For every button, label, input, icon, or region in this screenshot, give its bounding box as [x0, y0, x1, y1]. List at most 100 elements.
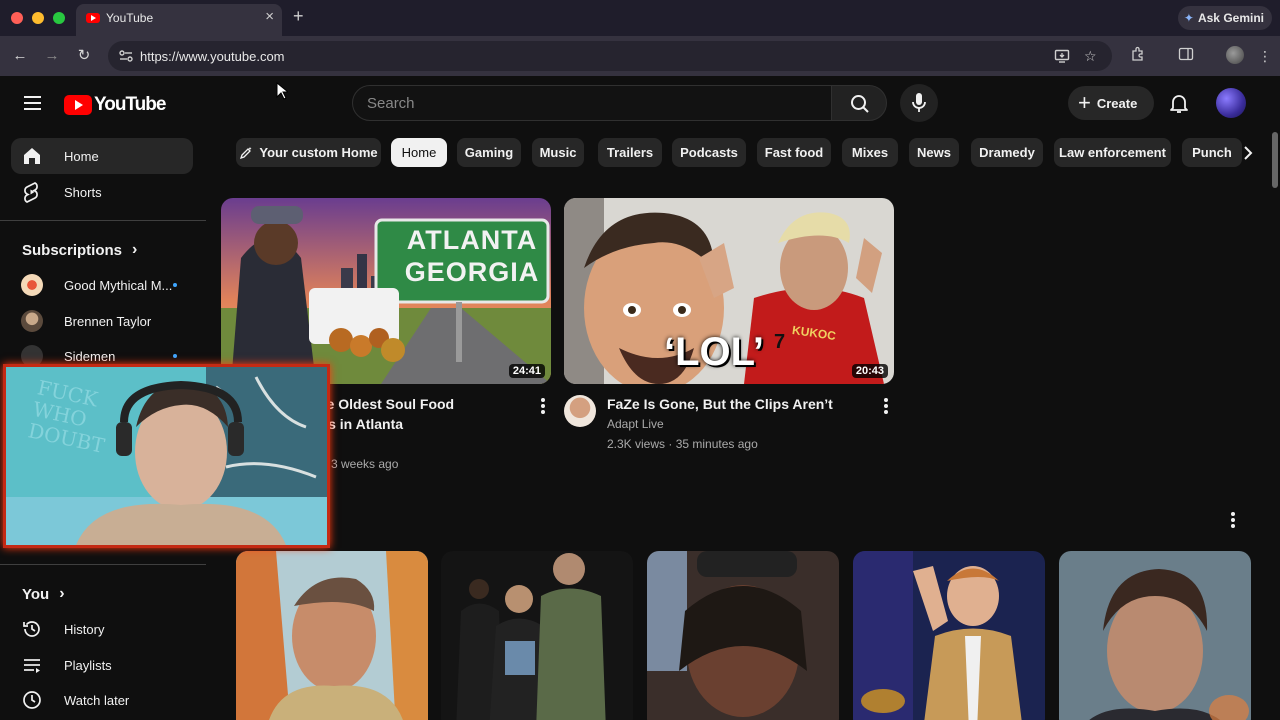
- sidebar-item-watch-later[interactable]: Watch later: [11, 682, 193, 718]
- ask-gemini-button[interactable]: ✦ Ask Gemini: [1177, 6, 1272, 30]
- history-icon: [21, 618, 43, 640]
- new-tab-button[interactable]: +: [293, 6, 304, 26]
- shorts-thumbnail[interactable]: [441, 551, 633, 720]
- browser-menu-icon[interactable]: ⋮: [1258, 46, 1272, 66]
- tab-close-button[interactable]: ×: [265, 9, 274, 25]
- browser-profile-avatar[interactable]: [1226, 46, 1244, 64]
- search-button[interactable]: [831, 85, 887, 121]
- notifications-bell-icon[interactable]: [1168, 92, 1190, 114]
- youtube-play-logo-icon: [64, 95, 92, 115]
- video-thumbnail[interactable]: ATLANTA GEORGIA 24:41: [221, 198, 551, 384]
- page-scrollbar[interactable]: [1272, 132, 1278, 188]
- watch-later-icon: [21, 689, 43, 711]
- install-app-icon[interactable]: [1054, 48, 1070, 67]
- new-content-dot: [173, 283, 177, 287]
- extensions-icon[interactable]: [1130, 46, 1146, 67]
- video-title[interactable]: FaZe Is Gone, But the Clips Aren’t: [607, 394, 833, 414]
- shorts-thumbnail-image: [853, 551, 1045, 720]
- address-bar[interactable]: https://www.youtube.com ☆: [108, 41, 1112, 71]
- side-panel-icon[interactable]: [1178, 46, 1194, 67]
- youtube-logo-text: YouTube: [94, 94, 166, 115]
- back-arrow-icon[interactable]: ←: [10, 46, 30, 66]
- thumbnail-sign-text: GEORGIA: [404, 257, 540, 287]
- chip-label: Mixes: [851, 145, 889, 160]
- chip-punch[interactable]: Punch: [1182, 138, 1242, 167]
- shorts-thumbnail[interactable]: [853, 551, 1045, 720]
- sidebar-item-history[interactable]: History: [11, 611, 193, 647]
- browser-tab-bar: YouTube × + ✦ Ask Gemini: [0, 0, 1280, 36]
- bookmark-star-icon[interactable]: ☆: [1084, 48, 1097, 64]
- sidebar-item-label: Shorts: [64, 184, 102, 200]
- ask-gemini-label: Ask Gemini: [1197, 11, 1264, 25]
- minimize-window-button[interactable]: [32, 12, 44, 24]
- you-heading[interactable]: You ›: [22, 585, 65, 603]
- chip-label: Law enforcement: [1059, 145, 1166, 160]
- sidebar-item-playlists[interactable]: Playlists: [11, 647, 193, 683]
- sidebar-item-label: Good Mythical M...: [64, 277, 173, 293]
- close-window-button[interactable]: [11, 12, 23, 24]
- video-thumbnail[interactable]: 7 ‘LOL’ KUKOC 20:43: [564, 198, 894, 384]
- reload-icon[interactable]: ↻: [74, 46, 94, 66]
- site-settings-icon[interactable]: [118, 48, 134, 64]
- channel-avatar: [21, 274, 43, 296]
- shorts-thumbnail[interactable]: [236, 551, 428, 720]
- channel-name[interactable]: Adapt Live: [607, 414, 664, 434]
- tab-title: YouTube: [106, 11, 154, 25]
- webcam-overlay: FUCK WHO DOUBT: [3, 364, 330, 548]
- video-options-icon[interactable]: [884, 398, 888, 416]
- sidebar-item-home[interactable]: Home: [11, 138, 193, 174]
- video-title-line: rts in Atlanta: [318, 416, 404, 432]
- microphone-icon: [912, 93, 926, 112]
- chip-home[interactable]: Home: [391, 138, 447, 167]
- chip-trailers[interactable]: Trailers: [598, 138, 662, 167]
- sidebar-item-label: Home: [64, 148, 99, 164]
- forward-arrow-icon[interactable]: →: [42, 46, 62, 66]
- chips-next-arrow[interactable]: [1236, 139, 1260, 167]
- browser-toolbar: ← → ↻ https://www.youtube.com ☆ ⋮: [0, 36, 1280, 76]
- chip-mixes[interactable]: Mixes: [842, 138, 898, 167]
- chip-your-custom-home[interactable]: Your custom Home: [236, 138, 381, 167]
- thumbnail-sign-text: ATLANTA: [406, 225, 538, 255]
- chip-news[interactable]: News: [909, 138, 959, 167]
- svg-text:7: 7: [774, 331, 785, 353]
- maximize-window-button[interactable]: [53, 12, 65, 24]
- youtube-logo[interactable]: YouTube: [64, 94, 166, 116]
- video-options-icon[interactable]: [541, 398, 545, 416]
- chip-fast-food[interactable]: Fast food: [757, 138, 831, 167]
- gemini-sparkle-icon: ✦: [1183, 11, 1194, 25]
- sidebar-item-label: Playlists: [64, 657, 112, 673]
- new-content-dot: [173, 354, 177, 358]
- shorts-thumbnail-image: [441, 551, 633, 720]
- sidebar-item-subscription[interactable]: Brennen Taylor: [11, 303, 193, 339]
- sidebar-item-label: Sidemen: [64, 348, 116, 364]
- search-input[interactable]: Search: [352, 85, 832, 121]
- shorts-thumbnail[interactable]: [1059, 551, 1251, 720]
- chip-label: News: [917, 145, 951, 160]
- browser-tab-youtube[interactable]: YouTube ×: [76, 4, 282, 36]
- url-text: https://www.youtube.com: [140, 49, 285, 64]
- channel-avatar[interactable]: [564, 395, 596, 427]
- create-button[interactable]: + Create: [1068, 86, 1154, 120]
- chip-law-enforcement[interactable]: Law enforcement: [1054, 138, 1171, 167]
- account-avatar[interactable]: [1216, 88, 1246, 118]
- shorts-icon: [21, 181, 43, 203]
- voice-search-button[interactable]: [900, 84, 938, 122]
- chip-music[interactable]: Music: [532, 138, 584, 167]
- chip-podcasts[interactable]: Podcasts: [672, 138, 746, 167]
- sidebar-item-subscription[interactable]: Good Mythical M...: [11, 267, 193, 303]
- hamburger-menu-icon[interactable]: [24, 96, 41, 110]
- chip-label: Gaming: [464, 145, 514, 160]
- chip-gaming[interactable]: Gaming: [457, 138, 521, 167]
- shorts-thumbnail[interactable]: [647, 551, 839, 720]
- youtube-header: YouTube Search + Create: [0, 76, 1280, 132]
- subscriptions-heading[interactable]: Subscriptions ›: [22, 241, 137, 259]
- playlists-icon: [21, 654, 43, 676]
- chip-dramedy[interactable]: Dramedy: [971, 138, 1043, 167]
- sidebar-item-shorts[interactable]: Shorts: [11, 174, 193, 210]
- chip-label: Music: [539, 145, 577, 160]
- shorts-thumbnail-image: [1059, 551, 1251, 720]
- sidebar-item-label: Watch later: [64, 692, 130, 708]
- video-title[interactable]: he Oldest Soul Food rts in Atlanta: [318, 394, 518, 434]
- section-options-icon[interactable]: [1231, 512, 1235, 530]
- video-title-line: he Oldest Soul Food: [318, 396, 455, 412]
